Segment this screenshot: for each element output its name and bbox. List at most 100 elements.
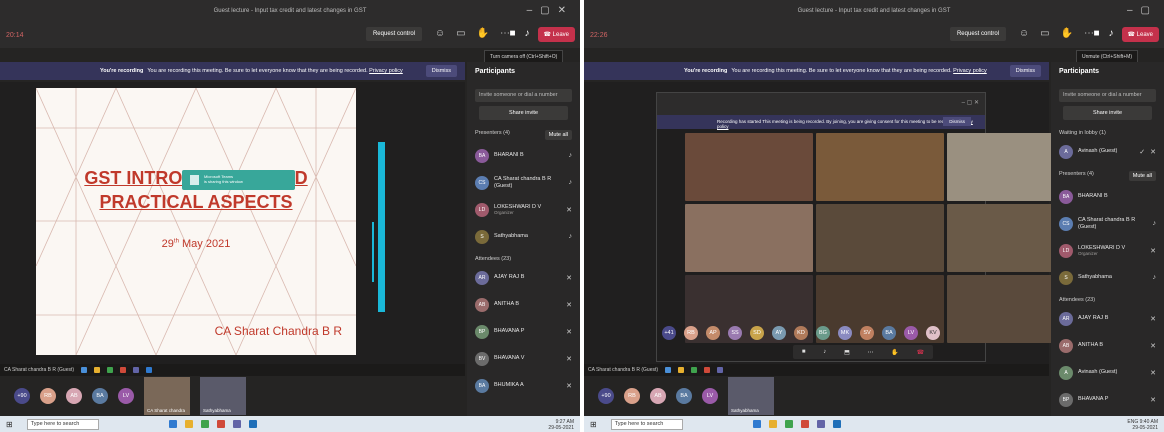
mute-all-button[interactable]: Mute all [544, 130, 572, 140]
share-invite-button[interactable]: Share invite [1063, 106, 1152, 120]
gallery-avatar[interactable]: AY [772, 326, 786, 340]
gallery-avatar[interactable]: KD [794, 326, 808, 340]
gallery-avatar[interactable]: +90 [14, 388, 30, 404]
video-tile[interactable] [685, 133, 813, 201]
participant-row[interactable]: CS CA Sharat chandra B R (Guest) ♪ [467, 169, 580, 196]
participant-row[interactable]: S Sathyabhama ♪ [467, 223, 580, 250]
participant-row[interactable]: BP BHAVANA P ✕ [467, 318, 580, 345]
participant-row[interactable]: BV BHAVANA V ✕ [467, 345, 580, 372]
gallery-avatar[interactable]: BA [882, 326, 896, 340]
participant-row[interactable]: BA BHARANI B ♪ [467, 142, 580, 169]
gallery-avatar[interactable]: RB [684, 326, 698, 340]
gallery-avatar[interactable]: KV [926, 326, 940, 340]
lobby-row[interactable]: A Avinash (Guest) ✓ ✕ [1051, 138, 1164, 165]
camera-icon[interactable]: ■ [510, 28, 516, 39]
mic-icon[interactable]: ♪ [1109, 28, 1114, 39]
participant-row[interactable]: AB ANITHA B ✕ [467, 291, 580, 318]
participant-row[interactable]: S Sathyabhama ♪ [1051, 264, 1164, 291]
share-icon[interactable]: ⬒ [844, 349, 850, 356]
video-tile[interactable] [685, 204, 813, 272]
windows-start-icon[interactable]: ⊞ [6, 420, 13, 429]
participant-row[interactable]: AB ANITHA B ✕ [1051, 332, 1164, 359]
privacy-policy-link[interactable]: Privacy policy [369, 68, 403, 74]
gallery-avatar[interactable]: LV [118, 388, 134, 404]
taskbar-search[interactable]: Type here to search [610, 418, 683, 430]
windows-start-icon[interactable]: ⊞ [590, 420, 597, 429]
gallery-avatar[interactable]: SD [750, 326, 764, 340]
request-control-button[interactable]: Request control [949, 27, 1006, 41]
video-tile[interactable]: Sathyabhama [728, 377, 774, 415]
sharing-notification[interactable]: Microsoft Teams is sharing this window [182, 170, 295, 190]
gallery-avatar[interactable]: MK [838, 326, 852, 340]
app-icon[interactable] [768, 420, 777, 428]
raise-hand-icon[interactable]: ✋ [477, 28, 489, 39]
app-icon[interactable] [800, 420, 809, 428]
app-icon[interactable] [248, 420, 257, 428]
participant-row[interactable]: CS CA Sharat chandra B R (Guest) ♪ [1051, 210, 1164, 237]
app-icon[interactable] [832, 420, 841, 428]
video-tile[interactable] [816, 133, 944, 201]
more-icon[interactable]: ⋯ [1084, 28, 1094, 39]
video-tile[interactable] [816, 204, 944, 272]
participant-row[interactable]: LD LOKESHWARI D V Organizer ✕ [1051, 237, 1164, 264]
gallery-avatar[interactable]: BA [676, 388, 692, 404]
gallery-avatar[interactable]: RB [40, 388, 56, 404]
mic-icon[interactable]: ♪ [525, 28, 530, 39]
dismiss-button[interactable]: Dismiss [425, 65, 457, 77]
admit-icon[interactable]: ✓ [1139, 148, 1145, 156]
invite-input[interactable]: Invite someone or dial a number [1059, 89, 1156, 102]
request-control-button[interactable]: Request control [365, 27, 422, 41]
more-icon[interactable]: ⋯ [868, 349, 874, 356]
app-icon[interactable] [200, 420, 209, 428]
raise-hand-icon[interactable]: ✋ [1061, 28, 1073, 39]
gallery-avatar[interactable]: SS [728, 326, 742, 340]
deny-icon[interactable]: ✕ [1150, 148, 1156, 156]
camera-icon[interactable]: ■ [802, 349, 806, 355]
participant-row[interactable]: BA BHUMIKA A ✕ [467, 372, 580, 399]
gallery-avatar[interactable]: SV [860, 326, 874, 340]
mute-all-button[interactable]: Mute all [1128, 171, 1156, 181]
participant-row[interactable]: LD LOKESHWARI D V Organizer ✕ [467, 196, 580, 223]
invite-input[interactable]: Invite someone or dial a number [475, 89, 572, 102]
video-tile[interactable]: CA Sharat chandra [144, 377, 190, 415]
gallery-avatar[interactable]: AB [650, 388, 666, 404]
gallery-avatar[interactable]: BA [92, 388, 108, 404]
dismiss-button[interactable]: Dismiss [1009, 65, 1041, 77]
gallery-avatar[interactable]: +41 [662, 326, 676, 340]
gallery-avatar[interactable]: AB [66, 388, 82, 404]
more-icon[interactable]: ⋯ [500, 28, 510, 39]
participant-row[interactable]: BP BHAVANA P ✕ [1051, 386, 1164, 413]
privacy-policy-link[interactable]: Privacy policy [953, 68, 987, 74]
gallery-avatar[interactable]: BG [816, 326, 830, 340]
window-controls[interactable]: –▢✕ [527, 5, 574, 16]
gallery-avatar[interactable]: AP [706, 326, 720, 340]
app-icon[interactable] [752, 420, 761, 428]
gallery-avatar[interactable]: RB [624, 388, 640, 404]
gallery-avatar[interactable]: LV [702, 388, 718, 404]
hand-icon[interactable]: ✋ [891, 349, 898, 356]
taskbar-search[interactable]: Type here to search [26, 418, 99, 430]
participant-row[interactable]: BA BHARANI B [1051, 183, 1164, 210]
participant-row[interactable]: AR AJAY RAJ B ✕ [1051, 305, 1164, 332]
window-controls[interactable]: –▢ [1127, 5, 1158, 16]
mic-icon[interactable]: ♪ [823, 349, 826, 355]
chat-icon[interactable]: ▭ [1040, 28, 1049, 39]
people-icon[interactable]: ☺ [435, 28, 445, 39]
app-icon[interactable] [784, 420, 793, 428]
hangup-icon[interactable]: ☎ [917, 349, 924, 356]
video-tile[interactable]: Sathyabhama [200, 377, 246, 415]
people-icon[interactable]: ☺ [1019, 28, 1029, 39]
app-icon[interactable] [816, 420, 825, 428]
popup-dismiss-button[interactable]: Dismiss [943, 117, 971, 126]
gallery-avatar[interactable]: LV [904, 326, 918, 340]
leave-button[interactable]: ☎ Leave [1121, 27, 1159, 42]
app-icon[interactable] [184, 420, 193, 428]
camera-icon[interactable]: ■ [1094, 28, 1100, 39]
app-icon[interactable] [216, 420, 225, 428]
chat-icon[interactable]: ▭ [456, 28, 465, 39]
app-icon[interactable] [232, 420, 241, 428]
app-icon[interactable] [168, 420, 177, 428]
leave-button[interactable]: ☎ Leave [537, 27, 575, 42]
gallery-avatar[interactable]: +90 [598, 388, 614, 404]
participant-row[interactable]: A Avinash (Guest) ✕ [1051, 359, 1164, 386]
